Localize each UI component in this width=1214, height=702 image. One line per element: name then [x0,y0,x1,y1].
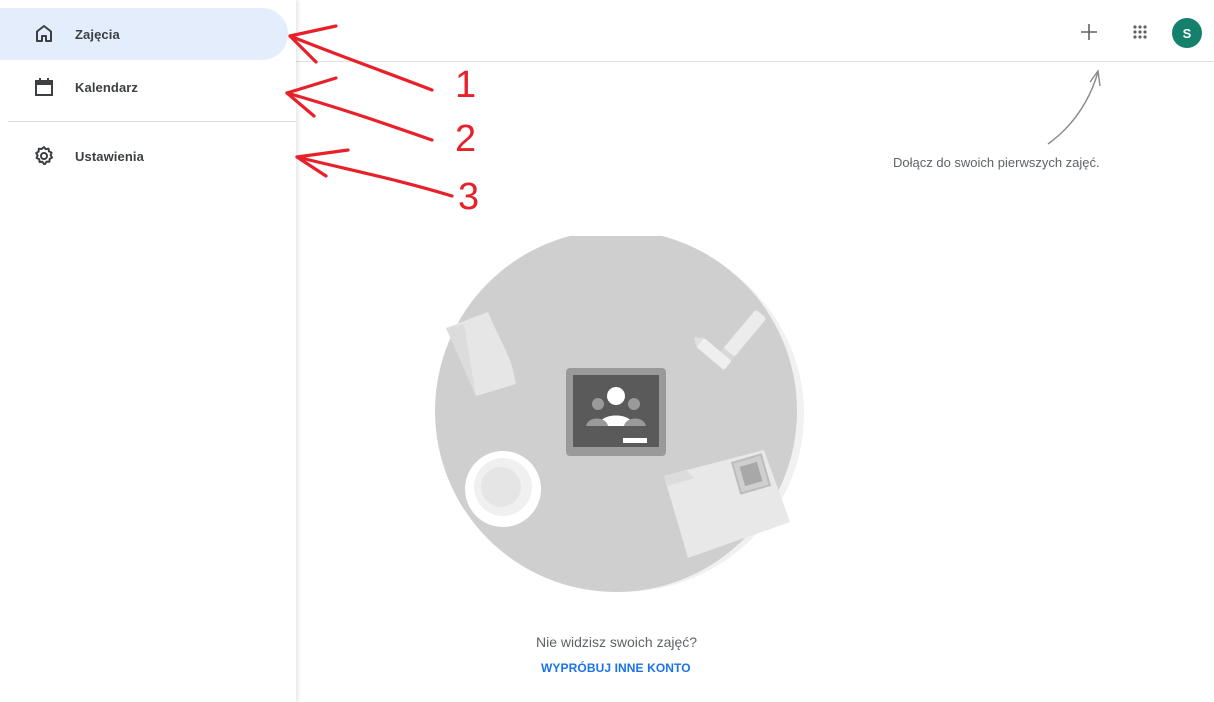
plus-icon[interactable] [1075,18,1103,46]
sidebar-item-calendar[interactable]: Kalendarz [8,61,288,113]
empty-classroom-illustration [435,236,804,592]
sidebar-item-label: Zajęcia [75,26,120,42]
annotation-number-3: 3 [458,176,480,218]
try-other-account-link[interactable]: WYPRÓBUJ INNE KONTO [541,661,691,675]
annotation-number-1: 1 [455,64,477,106]
sidebar-item-classes[interactable]: Zajęcia [0,8,288,60]
sidebar-item-label: Ustawienia [75,148,144,164]
apps-grid-icon[interactable] [1126,18,1154,46]
annotation-arrow-2 [285,91,434,142]
annotation-arrow-3 [295,155,454,198]
sidebar-item-label: Kalendarz [75,79,139,95]
hint-arrow-icon [1047,69,1101,145]
sidebar: Zajęcia Kalendarz Ustawienia [0,0,296,702]
account-avatar[interactable]: S [1172,18,1202,48]
join-hint-text: Dołącz do swoich pierwszych zajęć. [893,155,1100,170]
header-divider [296,61,1214,62]
annotation-arrow-1 [288,34,434,92]
settings-gear-icon [35,146,53,165]
annotation-number-2: 2 [455,118,477,160]
no-classes-message: Nie widzisz swoich zajęć? [536,634,698,650]
calendar-icon [35,78,53,96]
sidebar-divider [8,121,296,122]
sidebar-item-settings[interactable]: Ustawienia [8,130,288,182]
home-icon [36,25,52,42]
